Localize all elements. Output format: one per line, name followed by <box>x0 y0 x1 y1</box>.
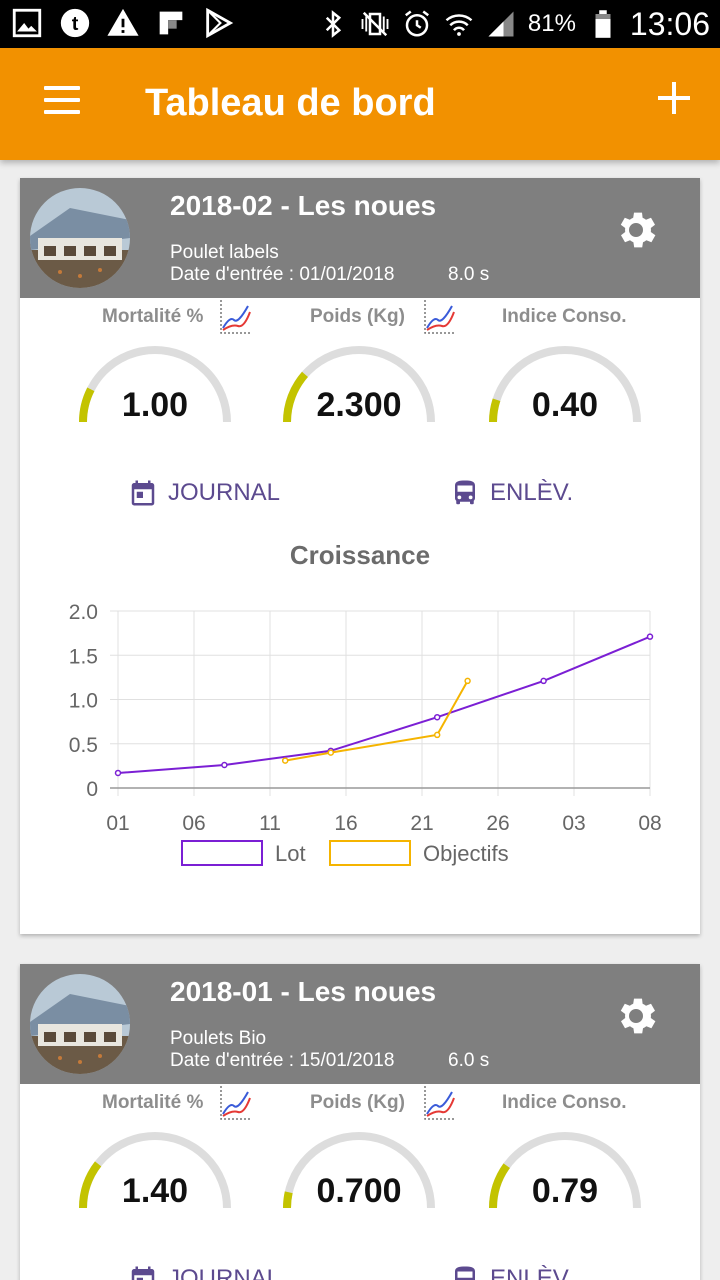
lot-card-header[interactable]: 2018-02 - Les noues Poulet labels Date d… <box>20 178 700 298</box>
mortalite-value: 1.40 <box>121 1172 189 1210</box>
vibrate-icon <box>361 11 389 37</box>
app-bar: Tableau de bord <box>0 48 720 160</box>
enlevement-label: ENLÈV. <box>490 1265 574 1280</box>
legend-label: Objectifs <box>423 841 509 866</box>
x-tick-label: 06 <box>182 812 205 835</box>
series-line-lot <box>117 635 651 774</box>
lot-card-header[interactable]: 2018-01 - Les noues Poulets Bio Date d'e… <box>20 964 700 1084</box>
bus-icon <box>455 480 475 505</box>
data-point <box>540 677 547 685</box>
data-point <box>433 731 441 739</box>
calendar-icon <box>131 480 155 506</box>
legend-swatch <box>329 840 411 866</box>
lot-type: Poulets Bio <box>170 1028 267 1049</box>
data-point <box>464 677 471 685</box>
enlevement-button[interactable]: ENLÈV. <box>450 1264 573 1280</box>
mortalite-chart-icon[interactable] <box>218 298 254 336</box>
calendar-icon <box>131 1266 155 1280</box>
farm-photo <box>30 974 130 1074</box>
poids-value: 2.300 <box>316 386 402 424</box>
x-tick-label: 03 <box>562 812 585 835</box>
y-tick-label: 1.0 <box>69 690 98 713</box>
lot-type: Poulet labels <box>170 242 279 263</box>
x-tick-label: 01 <box>106 812 129 835</box>
bus-icon <box>455 1266 475 1280</box>
bluetooth-icon <box>325 10 341 38</box>
x-tick-label: 16 <box>334 812 357 835</box>
x-tick-label: 21 <box>410 812 433 835</box>
data-point <box>114 769 122 777</box>
y-tick-label: 0 <box>86 778 98 801</box>
journal-button[interactable]: JOURNAL <box>128 478 280 508</box>
legend-label: Lot <box>275 841 306 866</box>
flipboard-icon <box>159 11 183 35</box>
enlevement-label: ENLÈV. <box>490 479 574 506</box>
lot-age: 8.0 s <box>448 264 490 285</box>
poids-label: Poids (Kg) <box>310 1092 405 1113</box>
gear-icon[interactable] <box>612 992 660 1040</box>
alarm-icon <box>404 10 429 37</box>
play-store-icon <box>206 7 234 39</box>
lot-entry-date: Date d'entrée : 15/01/2018 <box>170 1050 395 1071</box>
system-icons: 81% 13:06 <box>318 0 710 48</box>
chart-title: Croissance <box>289 540 431 570</box>
y-tick-label: 2.0 <box>69 601 98 624</box>
battery-icon <box>595 10 611 38</box>
indice-value: 0.79 <box>531 1172 599 1210</box>
journal-label: JOURNAL <box>168 479 281 506</box>
y-tick-label: 0.5 <box>69 734 98 757</box>
signal-icon <box>488 11 514 37</box>
growth-chart: 01 06 11 16 21 26 03 08 0 0.5 1.0 1.5 2.0 Lot Objectif… <box>69 601 662 866</box>
data-point <box>221 761 228 769</box>
poids-chart-icon[interactable] <box>422 298 458 336</box>
mortalite-value: 1.00 <box>121 386 189 424</box>
indice-label: Indice Conso. <box>502 1092 627 1113</box>
farm-photo <box>30 188 130 288</box>
lot-title: 2018-02 - Les noues <box>170 190 437 221</box>
add-icon[interactable] <box>654 78 694 118</box>
enlevement-button[interactable]: ENLÈV. <box>450 478 573 508</box>
battery-percentage: 81% <box>527 10 576 37</box>
warning-icon <box>107 8 139 36</box>
poids-label: Poids (Kg) <box>310 306 405 327</box>
indice-label: Indice Conso. <box>502 306 627 327</box>
x-tick-label: 26 <box>486 812 509 835</box>
data-point <box>281 757 289 764</box>
journal-label: JOURNAL <box>168 1265 281 1280</box>
data-point <box>646 633 654 640</box>
wifi-icon <box>445 14 473 36</box>
mortalite-label: Mortalité % <box>102 306 204 327</box>
tumblr-icon: t <box>60 8 90 38</box>
lot-card[interactable]: 2018-01 - Les noues Poulets Bio Date d'e… <box>20 964 700 1280</box>
x-tick-label: 11 <box>259 812 281 835</box>
x-tick-label: 08 <box>638 812 661 835</box>
lot-age: 6.0 s <box>448 1050 490 1071</box>
indice-value: 0.40 <box>531 386 599 424</box>
notification-icons: t <box>10 6 236 40</box>
series-line-objectifs <box>285 680 469 762</box>
menu-icon[interactable] <box>44 86 84 122</box>
lot-card[interactable]: 2018-02 - Les noues Poulet labels Date d… <box>20 178 700 934</box>
page-title: Tableau de bord <box>145 82 436 124</box>
gear-icon[interactable] <box>612 206 660 254</box>
poids-chart-icon[interactable] <box>422 1084 458 1122</box>
mortalite-chart-icon[interactable] <box>218 1084 254 1122</box>
svg-text:t: t <box>72 13 79 35</box>
lot-title: 2018-01 - Les noues <box>170 976 437 1007</box>
legend-swatch <box>181 840 263 866</box>
lot-entry-date: Date d'entrée : 01/01/2018 <box>170 264 395 285</box>
poids-value: 0.700 <box>316 1172 402 1210</box>
data-point <box>327 749 335 756</box>
mortalite-label: Mortalité % <box>102 1092 204 1113</box>
journal-button[interactable]: JOURNAL <box>128 1264 280 1280</box>
gallery-icon <box>12 8 42 38</box>
data-point <box>433 713 441 721</box>
clock: 13:06 <box>629 5 710 42</box>
status-bar: t 81% 13:06 <box>0 0 720 48</box>
y-tick-label: 1.5 <box>69 645 98 668</box>
